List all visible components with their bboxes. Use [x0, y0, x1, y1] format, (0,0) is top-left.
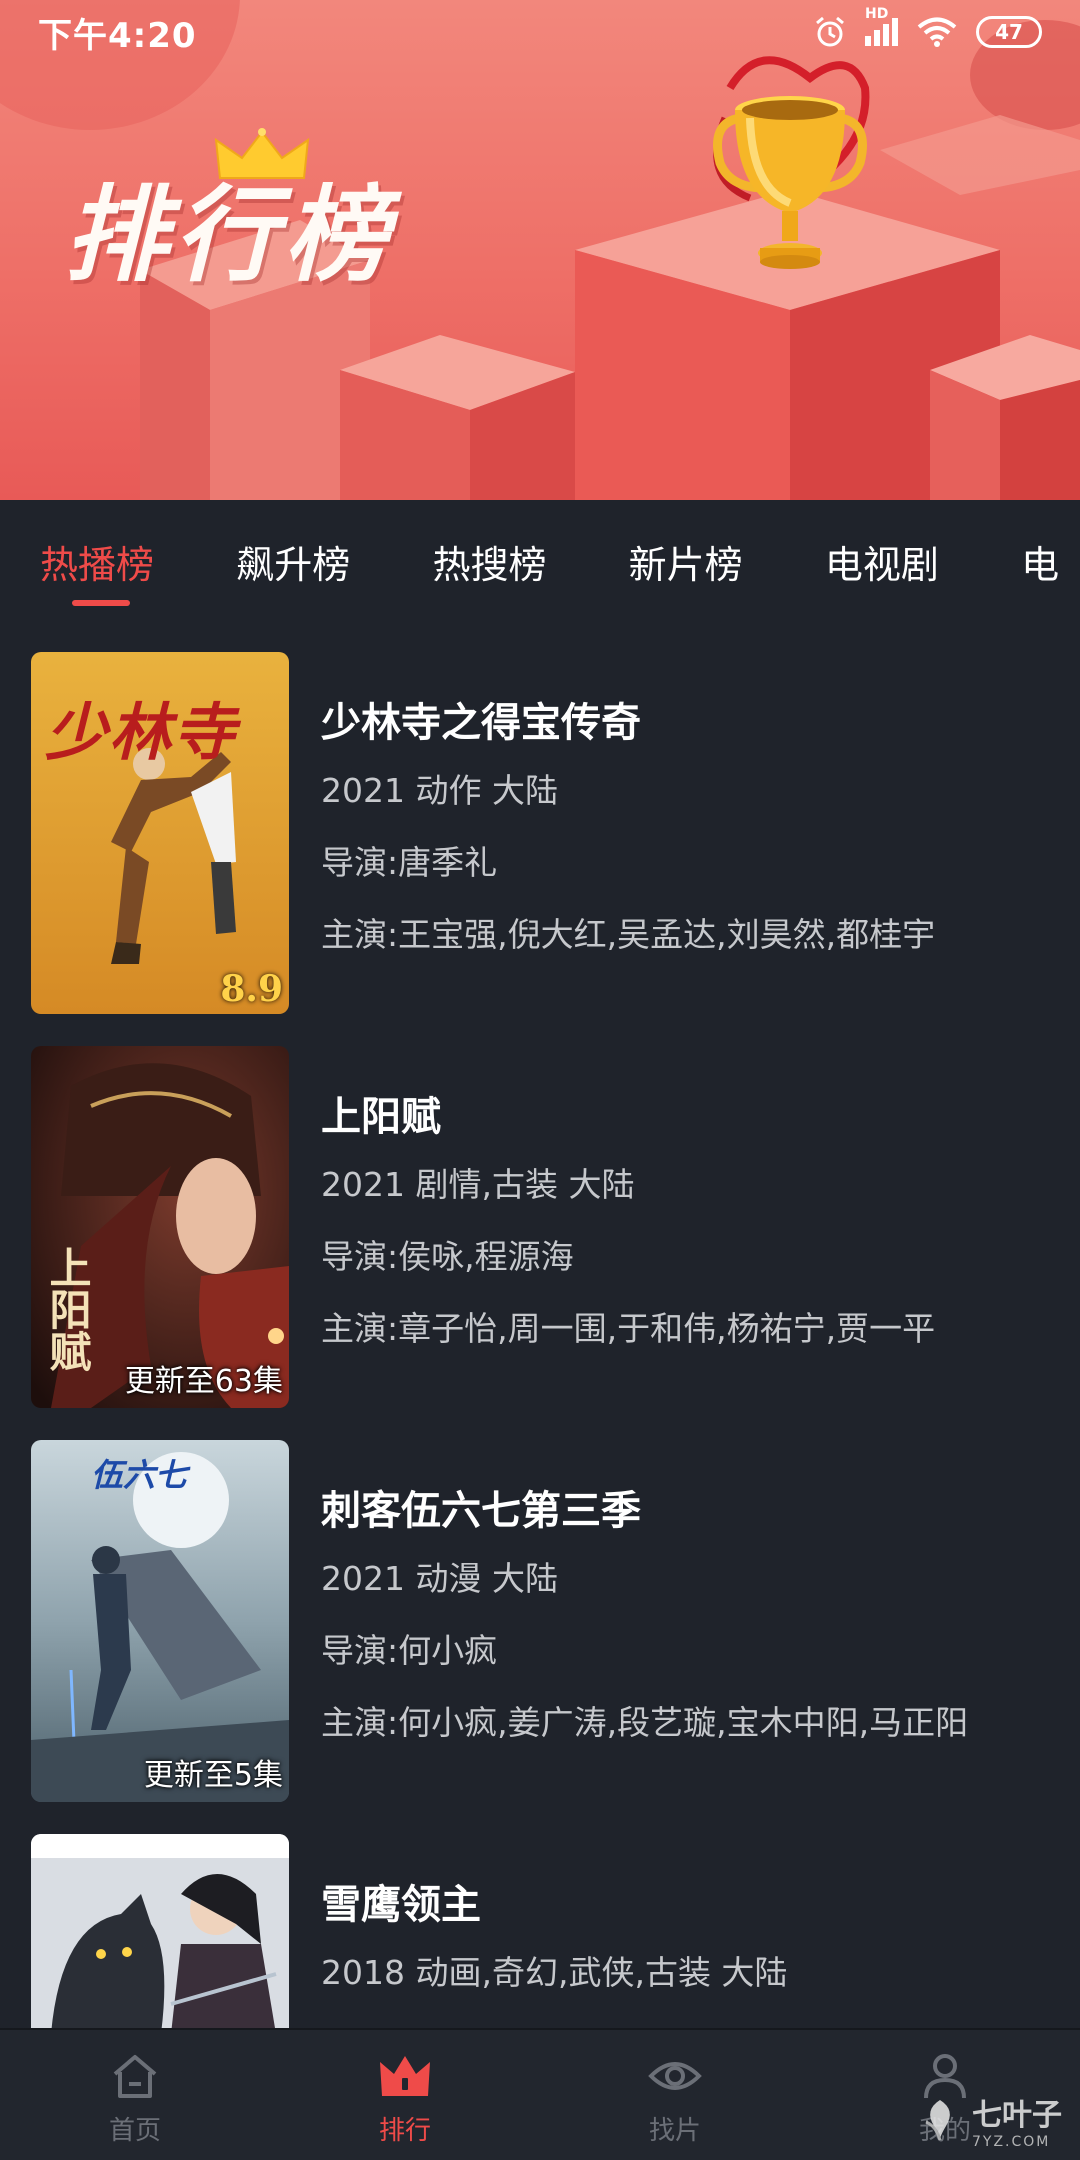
watermark-subtext: 7YZ.COM — [972, 2134, 1051, 2150]
active-tab-indicator — [72, 600, 130, 606]
tab-tv-series[interactable]: 电视剧 — [825, 500, 1021, 620]
tab-label: 飙升榜 — [236, 543, 351, 587]
tab-rising[interactable]: 飙升榜 — [236, 500, 432, 620]
list-item[interactable]: 上阳赋 更新至63集 上阳赋 2021 剧情,古装 大陆 导演:侯咏,程源海 主… — [0, 1046, 1080, 1410]
nav-label: 找片 — [648, 2116, 701, 2146]
item-title[interactable]: 上阳赋 — [321, 1084, 441, 1142]
tab-label: 热播榜 — [40, 543, 155, 587]
ranking-banner: 下午4:20 HD 47 排行榜 — [0, 0, 1080, 500]
nav-home[interactable]: 首页 — [0, 2030, 270, 2160]
tab-new-release[interactable]: 新片榜 — [629, 500, 825, 620]
poster-title-art: 伍六七 — [91, 1456, 188, 1494]
episode-badge: 更新至5集 — [143, 1758, 283, 1793]
signal-icon: HD — [865, 6, 898, 46]
episode-badge: 更新至63集 — [124, 1364, 283, 1399]
item-title[interactable]: 少林寺之得宝传奇 — [321, 690, 641, 748]
item-cast: 主演:何小疯,姜广涛,段艺璇,宝木中阳,马正阳 — [321, 1703, 969, 1742]
leaf-logo-icon — [925, 2100, 950, 2141]
item-meta: 2021 动漫 大陆 — [321, 1559, 558, 1598]
tab-more-cut-off[interactable]: 电 — [1021, 500, 1080, 620]
watermark-text: 七叶子 — [972, 2098, 1062, 2133]
trophy-icon — [713, 56, 870, 269]
nav-discover[interactable]: 找片 — [540, 2030, 810, 2160]
item-director: 导演:侯咏,程源海 — [321, 1237, 574, 1276]
poster-image[interactable]: 少林寺 8.9 — [31, 652, 289, 1014]
item-director: 导演:唐季礼 — [321, 843, 498, 882]
poster-image[interactable]: 上阳赋 更新至63集 — [31, 1046, 289, 1408]
item-meta: 2021 动作 大陆 — [321, 771, 558, 810]
status-time: 下午4:20 — [38, 15, 197, 56]
crown-icon — [214, 128, 310, 179]
tab-label: 电 — [1021, 543, 1060, 587]
item-cast: 主演:章子怡,周一围,于和伟,杨祐宁,贾一平 — [321, 1309, 936, 1348]
tab-label: 热搜榜 — [432, 543, 547, 587]
watermark-text-block: 七叶子 7YZ.COM — [972, 2090, 1062, 2150]
home-icon — [113, 2055, 157, 2098]
network-type-label: HD — [865, 6, 889, 22]
ranking-crown-icon — [380, 2056, 430, 2096]
battery-indicator: 47 — [976, 16, 1042, 48]
poster-title-art: 上阳赋 — [43, 1246, 92, 1372]
eye-icon — [648, 2062, 702, 2090]
item-meta: 2018 动画,奇幻,武侠,古装 大陆 — [321, 1953, 788, 1992]
poster-title-art: 少林寺 — [45, 696, 238, 769]
item-cast: 主演:王宝强,倪大红,吴孟达,刘昊然,都桂宇 — [321, 915, 936, 954]
alarm-icon — [816, 16, 844, 47]
nav-label: 首页 — [108, 2116, 161, 2146]
status-icons: HD 47 — [813, 6, 1042, 49]
wifi-icon — [917, 17, 957, 47]
tab-hot-search[interactable]: 热搜榜 — [432, 500, 628, 620]
tab-label: 新片榜 — [628, 543, 743, 587]
item-title[interactable]: 雪鹰领主 — [321, 1872, 481, 1930]
poster-image[interactable] — [31, 1834, 289, 2034]
rating-score: 8.9 — [220, 968, 283, 1010]
list-item[interactable]: 少林寺 8.9 少林寺之得宝传奇 2021 动作 大陆 导演:唐季礼 主演:王宝… — [0, 652, 1080, 1016]
list-item[interactable]: 伍六七 更新至5集 刺客伍六七第三季 2021 动漫 大陆 导演:何小疯 主演:… — [0, 1440, 1080, 1804]
status-bar: 下午4:20 HD 47 — [0, 0, 1080, 64]
item-title[interactable]: 刺客伍六七第三季 — [321, 1478, 641, 1536]
item-director: 导演:何小疯 — [321, 1631, 498, 1670]
poster-image[interactable]: 伍六七 更新至5集 — [31, 1440, 289, 1802]
tab-label: 电视剧 — [824, 543, 939, 587]
tab-hot-play[interactable]: 热播榜 — [40, 500, 236, 620]
ranking-tabs: 热播榜 飙升榜 热搜榜 新片榜 电视剧 电 — [0, 500, 1080, 620]
item-meta: 2021 剧情,古装 大陆 — [321, 1165, 635, 1204]
nav-label: 排行 — [378, 2116, 431, 2146]
nav-ranking[interactable]: 排行 — [270, 2030, 540, 2160]
site-watermark: 七叶子 7YZ.COM — [916, 2090, 1062, 2150]
